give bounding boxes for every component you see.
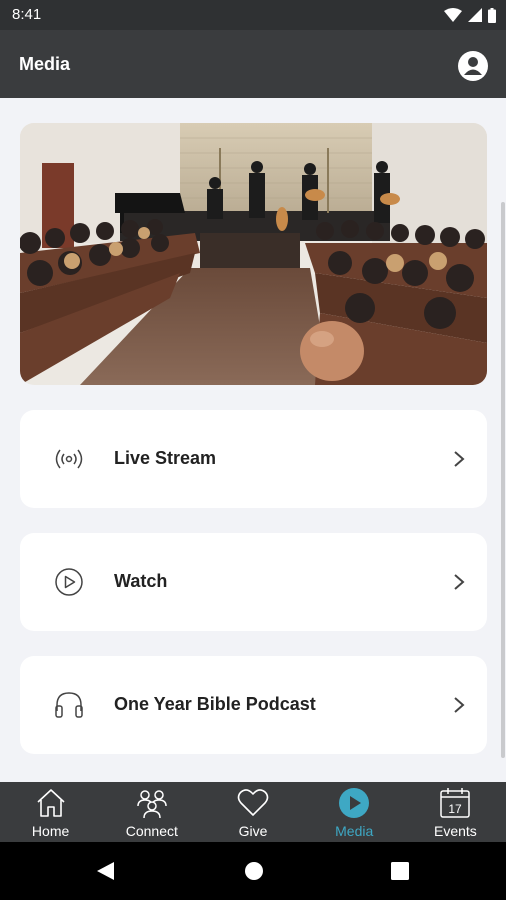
back-icon[interactable] bbox=[94, 860, 116, 882]
home-icon bbox=[37, 789, 65, 817]
battery-icon bbox=[488, 7, 496, 23]
nav-item-home[interactable]: Home bbox=[0, 782, 101, 842]
calendar-day: 17 bbox=[449, 802, 463, 816]
page-title: Media bbox=[19, 54, 71, 74]
media-content: Live Stream Watch One Year Bible Podcast bbox=[0, 98, 506, 782]
nav-item-media[interactable]: Media bbox=[304, 782, 405, 842]
live-stream-card[interactable]: Live Stream bbox=[20, 410, 487, 508]
nav-label-media: Media bbox=[335, 823, 374, 839]
watch-card[interactable]: Watch bbox=[20, 533, 487, 631]
heart-icon bbox=[237, 789, 269, 816]
nav-label-events: Events bbox=[434, 823, 477, 839]
scrollbar[interactable] bbox=[501, 202, 505, 758]
home-circle-icon[interactable] bbox=[243, 860, 265, 882]
recents-icon[interactable] bbox=[389, 860, 411, 882]
worship-service-photo bbox=[20, 123, 487, 385]
app-bar: Media bbox=[0, 30, 506, 98]
podcast-label: One Year Bible Podcast bbox=[114, 694, 316, 714]
live-stream-label: Live Stream bbox=[114, 448, 217, 468]
play-circle-icon bbox=[55, 568, 83, 596]
nav-item-give[interactable]: Give bbox=[202, 782, 303, 842]
calendar-icon: 17 bbox=[440, 788, 471, 818]
podcast-card[interactable]: One Year Bible Podcast bbox=[20, 656, 487, 754]
status-icons bbox=[444, 6, 496, 24]
people-icon bbox=[137, 790, 167, 819]
chevron-right-icon bbox=[454, 574, 465, 590]
nav-label-home: Home bbox=[31, 823, 70, 839]
nav-item-connect[interactable]: Connect bbox=[101, 782, 202, 842]
headphones-icon bbox=[55, 692, 83, 718]
profile-icon[interactable] bbox=[458, 51, 488, 81]
watch-label: Watch bbox=[114, 571, 168, 591]
status-bar: 8:41 bbox=[0, 0, 506, 30]
signal-icon bbox=[468, 8, 482, 22]
nav-label-give: Give bbox=[238, 823, 268, 839]
nav-label-connect: Connect bbox=[125, 823, 178, 839]
wifi-icon bbox=[444, 8, 462, 22]
play-circle-icon bbox=[339, 788, 370, 818]
broadcast-icon bbox=[55, 449, 83, 469]
nav-item-events[interactable]: 17 Events bbox=[405, 782, 506, 842]
status-time: 8:41 bbox=[12, 6, 42, 23]
chevron-right-icon bbox=[454, 451, 465, 467]
chevron-right-icon bbox=[454, 697, 465, 713]
system-nav-bar bbox=[0, 842, 506, 900]
bottom-nav: Home Connect Give Media 17 Events bbox=[0, 782, 506, 842]
hero-image bbox=[20, 123, 487, 385]
